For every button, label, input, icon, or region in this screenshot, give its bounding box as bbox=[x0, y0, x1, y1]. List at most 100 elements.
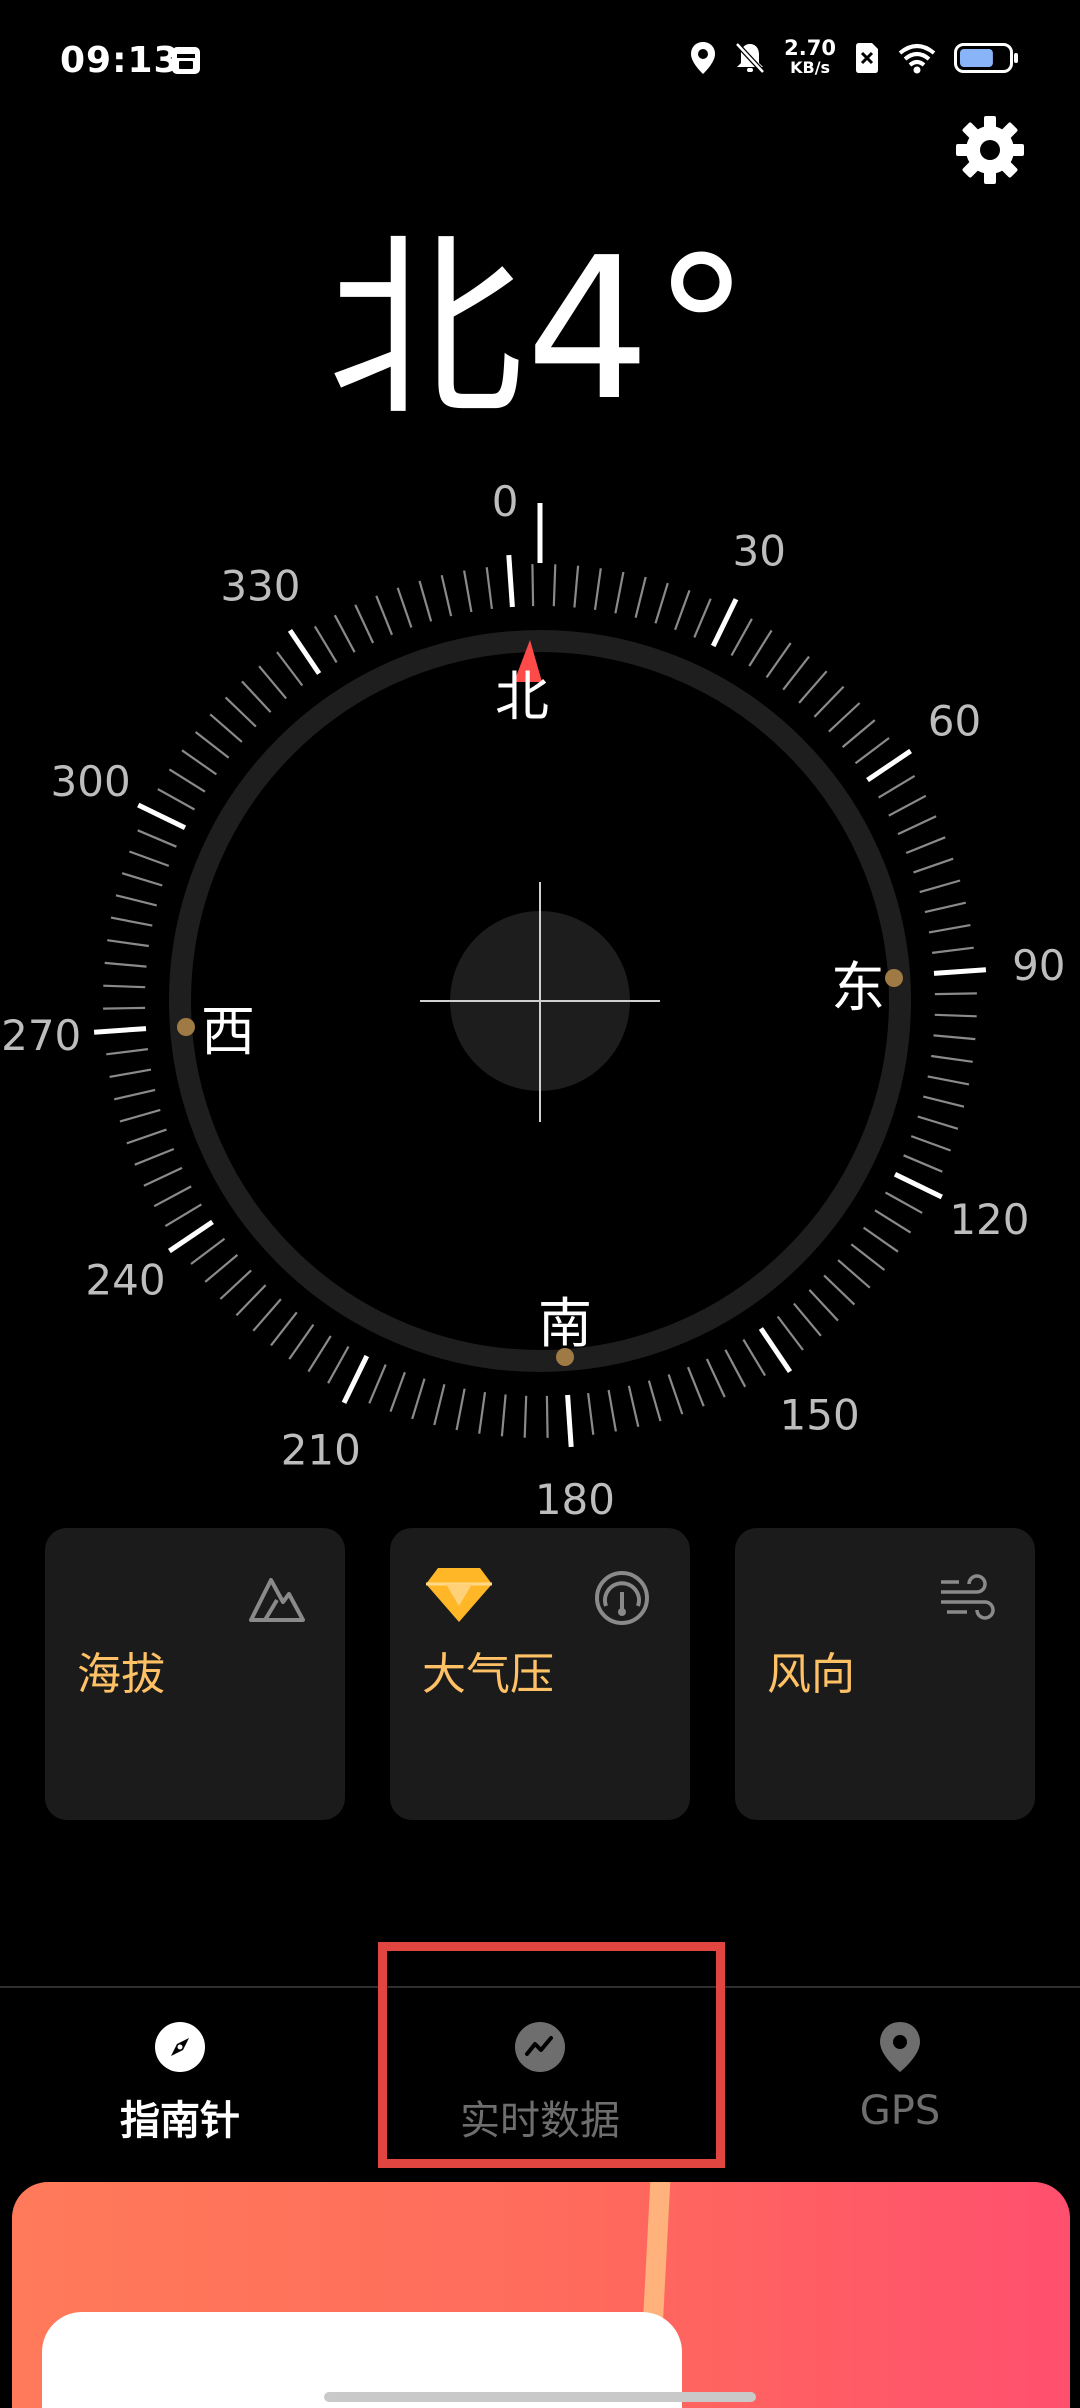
east-marker bbox=[885, 969, 903, 987]
compass-minor-tick bbox=[862, 1226, 899, 1253]
compass-minor-tick bbox=[137, 829, 177, 848]
compass-scale-label: 30 bbox=[732, 527, 785, 576]
compass-minor-tick bbox=[113, 1088, 156, 1101]
no-sim-icon bbox=[856, 43, 878, 73]
status-bar: 09:13 2.70 KB/s bbox=[0, 0, 1080, 120]
compass-minor-tick bbox=[110, 916, 153, 927]
compass-scale-label: 300 bbox=[51, 757, 131, 806]
compass-minor-tick bbox=[375, 595, 394, 636]
altitude-card[interactable]: 海拔 bbox=[45, 1528, 345, 1820]
compass-minor-tick bbox=[103, 1006, 146, 1010]
compass-minor-tick bbox=[627, 1385, 640, 1428]
compass-scale-label: 240 bbox=[85, 1256, 165, 1305]
compass-minor-tick bbox=[181, 749, 218, 776]
compass-minor-tick bbox=[164, 1203, 202, 1228]
altitude-title: 海拔 bbox=[77, 1649, 165, 1700]
compass-minor-tick bbox=[934, 1013, 977, 1018]
compass-major-tick bbox=[168, 1219, 214, 1254]
compass-minor-tick bbox=[463, 570, 473, 613]
compass-minor-tick bbox=[931, 946, 974, 954]
heading-readout: 北4° bbox=[0, 230, 1080, 430]
compass-minor-tick bbox=[129, 850, 170, 867]
compass-minor-tick bbox=[573, 565, 580, 608]
compass-minor-tick bbox=[724, 1349, 747, 1388]
compass-scale-label: 0 bbox=[492, 477, 519, 526]
compass-scale-label: 90 bbox=[1012, 941, 1065, 990]
compass-minor-tick bbox=[793, 1302, 822, 1337]
settings-gear-icon[interactable] bbox=[952, 112, 1028, 188]
compass-minor-tick bbox=[748, 629, 773, 667]
compass-minor-tick bbox=[455, 1388, 466, 1431]
compass-major-tick bbox=[341, 1354, 370, 1404]
compass-minor-tick bbox=[368, 1364, 387, 1404]
compass-minor-tick bbox=[798, 670, 828, 704]
compass-minor-tick bbox=[850, 1243, 886, 1271]
network-speed: 2.70 KB/s bbox=[784, 38, 836, 78]
wind-direction-card[interactable]: 风向 bbox=[735, 1528, 1035, 1820]
compass-minor-tick bbox=[667, 1374, 684, 1415]
compass-minor-tick bbox=[693, 598, 712, 638]
compass-minor-tick bbox=[258, 665, 287, 700]
compass-major-tick bbox=[933, 967, 987, 976]
compass-minor-tick bbox=[934, 992, 977, 996]
compass-minor-tick bbox=[924, 901, 967, 914]
compass-dial: 0 30 60 90 120 150 180 210 240 270 300 330 北 东 西 南 bbox=[0, 460, 1080, 1520]
compass-major-tick bbox=[565, 1394, 574, 1448]
compass-minor-tick bbox=[354, 604, 375, 644]
highlight-annotation-box bbox=[378, 1942, 725, 2168]
compass-minor-tick bbox=[143, 1166, 183, 1187]
mountain-icon bbox=[249, 1578, 305, 1622]
compass-minor-tick bbox=[765, 642, 792, 679]
compass-minor-tick bbox=[121, 872, 163, 887]
compass-minor-tick bbox=[828, 702, 861, 733]
compass-minor-tick bbox=[270, 1311, 298, 1347]
location-status-icon bbox=[691, 42, 716, 74]
compass-minor-tick bbox=[730, 618, 753, 657]
compass-minor-tick bbox=[545, 1395, 549, 1438]
compass-minor-tick bbox=[705, 1358, 726, 1398]
compass-minor-tick bbox=[418, 580, 433, 622]
compass-minor-tick bbox=[204, 1254, 239, 1283]
compass-minor-tick bbox=[776, 1315, 804, 1351]
compass-minor-tick bbox=[634, 576, 647, 618]
compass-minor-tick bbox=[209, 713, 243, 743]
heading-direction: 北 bbox=[327, 216, 526, 444]
compass-minor-tick bbox=[327, 1345, 350, 1384]
battery-icon bbox=[954, 43, 1018, 73]
compass-minor-tick bbox=[307, 1335, 332, 1373]
compass-minor-tick bbox=[485, 567, 493, 610]
compass-scale-label: 150 bbox=[780, 1391, 860, 1440]
compass-minor-tick bbox=[919, 879, 961, 894]
tab-compass[interactable]: 指南针 bbox=[30, 2010, 330, 2160]
compass-minor-tick bbox=[837, 1259, 871, 1289]
compass-minor-tick bbox=[126, 1128, 167, 1145]
compass-minor-tick bbox=[742, 1339, 767, 1377]
compass-minor-tick bbox=[927, 1075, 970, 1086]
compass-minor-tick bbox=[884, 1191, 923, 1214]
status-time: 09:13 bbox=[60, 40, 180, 81]
compass-minor-tick bbox=[333, 614, 356, 653]
compass-minor-tick bbox=[104, 961, 147, 968]
compass-scale-label: 330 bbox=[220, 562, 300, 611]
compass-major-tick bbox=[93, 1026, 147, 1035]
compass-minor-tick bbox=[647, 1380, 662, 1422]
compass-scale-label: 60 bbox=[928, 696, 981, 745]
compass-minor-tick bbox=[389, 1371, 406, 1412]
compass-dial-graphic: 0 30 60 90 120 150 180 210 240 270 300 330 北 东 西 南 bbox=[1, 477, 1065, 1520]
bottom-ad-banner[interactable] bbox=[12, 2182, 1070, 2408]
calendar-notification-icon bbox=[172, 47, 200, 74]
compass-app-screen: 09:13 2.70 KB/s 北4° 0 30 60 90 120 150 1… bbox=[0, 0, 1080, 2408]
cardinal-south: 南 bbox=[538, 1292, 592, 1355]
compass-minor-tick bbox=[905, 836, 946, 855]
compass-minor-tick bbox=[531, 564, 535, 607]
home-indicator[interactable] bbox=[324, 2392, 756, 2402]
compass-minor-tick bbox=[440, 574, 453, 617]
gauge-icon bbox=[595, 1571, 649, 1625]
diamond-icon bbox=[426, 1568, 492, 1622]
tab-gps[interactable]: GPS bbox=[750, 2010, 1050, 2160]
west-marker bbox=[177, 1018, 195, 1036]
compass-major-tick bbox=[758, 1327, 793, 1373]
pressure-card[interactable]: 大气压 bbox=[390, 1528, 690, 1820]
compass-minor-tick bbox=[923, 1095, 965, 1108]
cardinal-east: 东 bbox=[831, 956, 885, 1019]
